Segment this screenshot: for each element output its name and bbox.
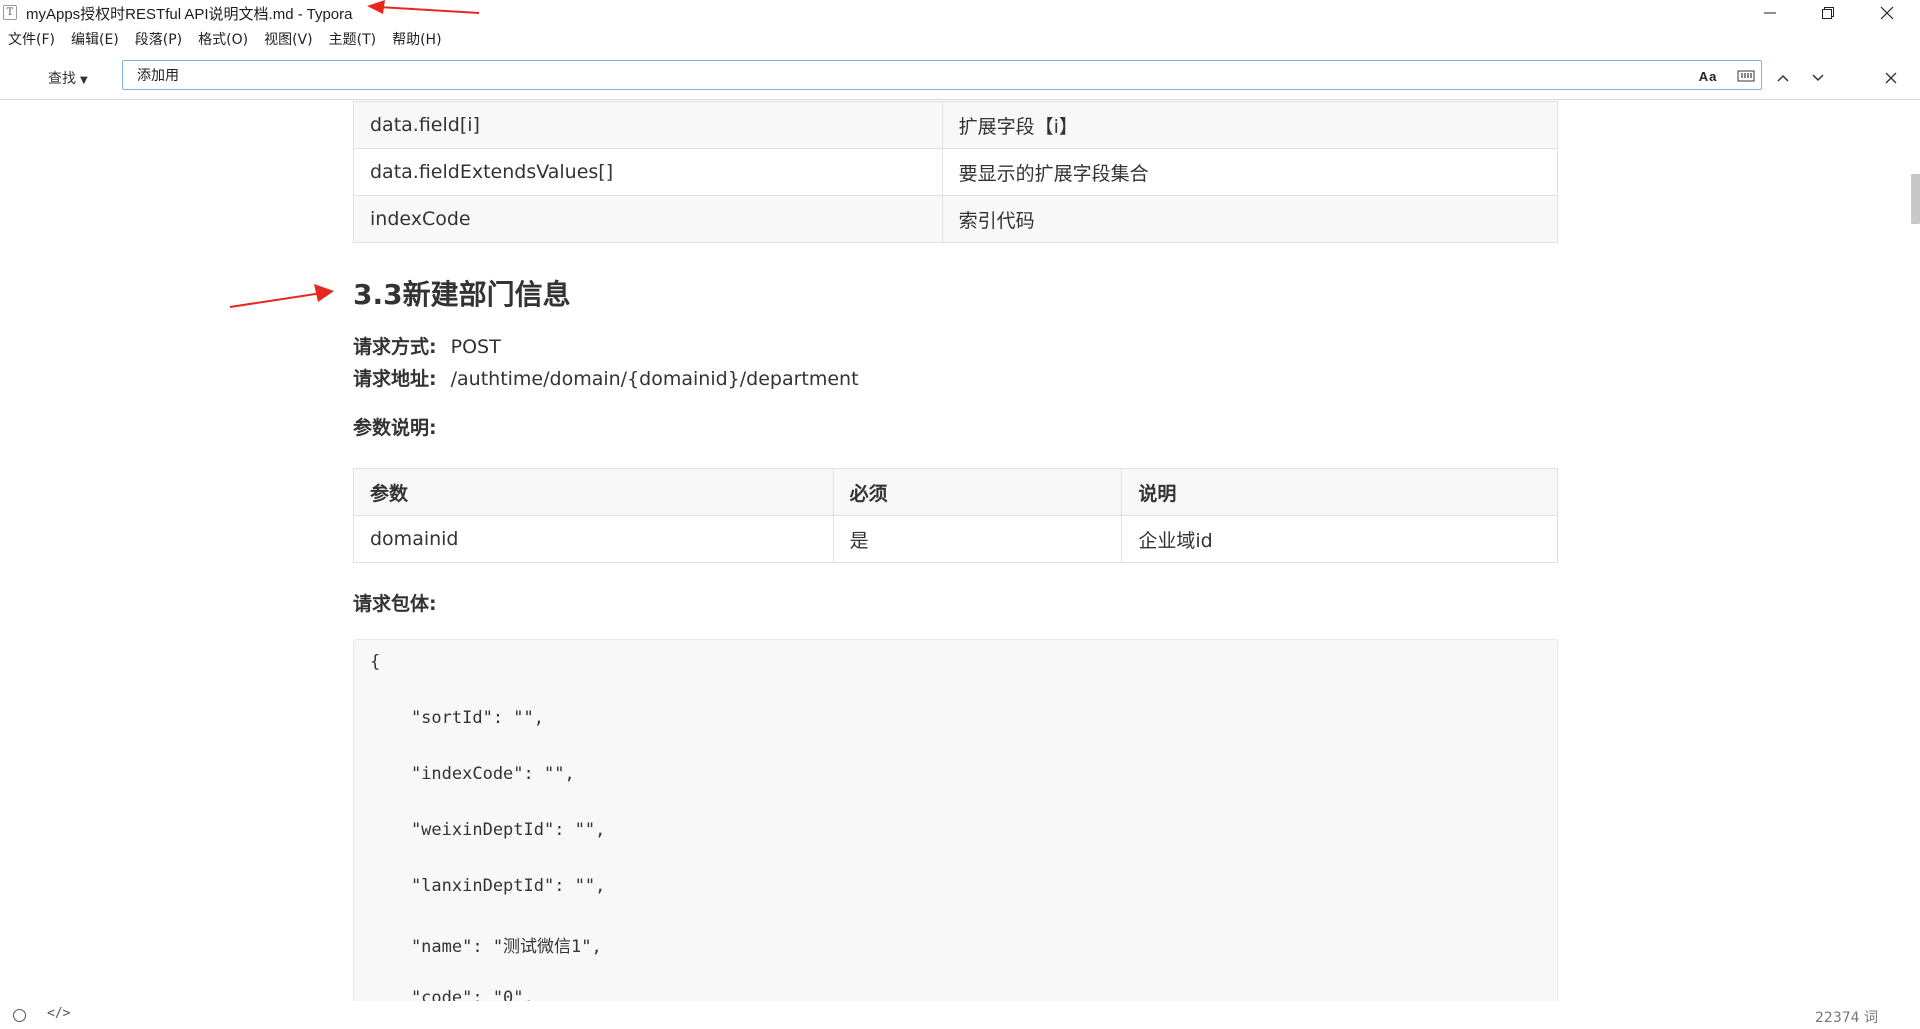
- restore-icon: [1822, 7, 1834, 19]
- outline-toggle-icon[interactable]: [13, 1009, 26, 1022]
- table-cell: data.field[i]: [353, 101, 943, 149]
- code-line: "weixinDeptId": "",: [370, 820, 606, 840]
- restore-button[interactable]: [1799, 0, 1857, 26]
- menu-file[interactable]: 文件(F): [0, 27, 63, 53]
- menu-paragraph[interactable]: 段落(P): [127, 27, 190, 53]
- table-header-cell: 参数: [353, 468, 834, 516]
- section-heading: 3.3新建部门信息: [353, 278, 571, 311]
- code-line: "sortId": "",: [370, 708, 544, 728]
- menu-edit[interactable]: 编辑(E): [63, 27, 127, 53]
- code-block[interactable]: { "sortId": "", "indexCode": "", "weixin…: [353, 639, 1558, 1001]
- code-line: "lanxinDeptId": "",: [370, 876, 606, 896]
- menu-view[interactable]: 视图(V): [256, 27, 321, 53]
- table-cell: 是: [832, 515, 1123, 563]
- table-cell: 企业域id: [1121, 515, 1558, 563]
- params-heading: 参数说明:: [353, 415, 437, 441]
- match-case-toggle[interactable]: Aa: [1693, 66, 1723, 86]
- request-url-line: 请求地址: /authtime/domain/{domainid}/departm…: [353, 366, 859, 392]
- table-row: domainid 是 企业域id: [353, 515, 1558, 563]
- close-find-button[interactable]: [1881, 68, 1901, 88]
- code-line: "name": "测试微信1",: [370, 937, 602, 957]
- menu-bar: 文件(F) 编辑(E) 段落(P) 格式(O) 视图(V) 主题(T) 帮助(H…: [0, 27, 450, 53]
- close-icon: [1880, 6, 1894, 20]
- params-table: 参数 必须 说明 domainid 是 企业域id: [353, 468, 1558, 563]
- body-heading: 请求包体:: [353, 591, 437, 617]
- word-count[interactable]: 22374 词: [1815, 1007, 1878, 1027]
- scrollbar-thumb[interactable]: [1911, 174, 1920, 224]
- table-row: data.field[i] 扩展字段【i】: [353, 101, 1559, 149]
- minimize-icon: [1764, 12, 1776, 14]
- table-cell: domainid: [353, 515, 834, 563]
- chevron-down-icon: ▼: [80, 75, 88, 86]
- chevron-up-icon: [1777, 74, 1789, 82]
- find-bar: 查找 ▼ Aa: [0, 56, 1920, 100]
- editor-content[interactable]: data.field[i] 扩展字段【i】 data.fieldExtendsV…: [0, 101, 1920, 1001]
- body-label: 请求包体:: [353, 593, 437, 615]
- code-line: {: [370, 652, 381, 672]
- table-cell: 索引代码: [941, 195, 1559, 243]
- close-window-button[interactable]: [1858, 0, 1916, 26]
- find-mode-label: 查找: [48, 71, 76, 87]
- request-method-line: 请求方式: POST: [353, 334, 501, 360]
- menu-format[interactable]: 格式(O): [190, 27, 256, 53]
- find-input-box: Aa: [122, 60, 1762, 90]
- code-line: "code": "0",: [370, 988, 534, 1001]
- table-header-cell: 说明: [1121, 468, 1558, 516]
- table-row: indexCode 索引代码: [353, 195, 1559, 243]
- find-previous-button[interactable]: [1773, 68, 1793, 88]
- request-method-label: 请求方式:: [353, 336, 437, 358]
- minimize-button[interactable]: [1741, 0, 1799, 26]
- table-header-row: 参数 必须 说明: [353, 468, 1558, 516]
- source-mode-icon[interactable]: </>: [47, 1006, 70, 1021]
- find-mode-dropdown[interactable]: 查找 ▼: [48, 68, 88, 88]
- code-line: "indexCode": "",: [370, 764, 575, 784]
- request-url-value: /authtime/domain/{domainid}/department: [450, 368, 859, 390]
- typora-app-icon: T: [3, 5, 17, 20]
- whole-word-icon: [1737, 70, 1755, 82]
- table-cell: 扩展字段【i】: [941, 101, 1559, 149]
- menu-help[interactable]: 帮助(H): [384, 27, 449, 53]
- table-cell: 要显示的扩展字段集合: [941, 148, 1559, 196]
- request-url-label: 请求地址:: [353, 368, 437, 390]
- params-label: 参数说明:: [353, 417, 437, 439]
- chevron-down-icon: [1812, 74, 1824, 82]
- menu-theme[interactable]: 主题(T): [321, 27, 384, 53]
- find-query-input[interactable]: [137, 65, 1657, 85]
- table-row: data.fieldExtendsValues[] 要显示的扩展字段集合: [353, 148, 1559, 196]
- window-title: myApps授权时RESTful API说明文档.md - Typora: [26, 6, 353, 23]
- fields-table: data.field[i] 扩展字段【i】 data.fieldExtendsV…: [353, 101, 1559, 243]
- find-next-button[interactable]: [1808, 68, 1828, 88]
- title-bar: T myApps授权时RESTful API说明文档.md - Typora: [0, 0, 1920, 26]
- request-method-value: POST: [450, 336, 501, 358]
- status-bar: </> 22374 词: [0, 1001, 1920, 1029]
- whole-word-toggle[interactable]: [1733, 66, 1759, 86]
- close-icon: [1885, 72, 1897, 84]
- table-cell: indexCode: [353, 195, 943, 243]
- table-cell: data.fieldExtendsValues[]: [353, 148, 943, 196]
- table-header-cell: 必须: [832, 468, 1123, 516]
